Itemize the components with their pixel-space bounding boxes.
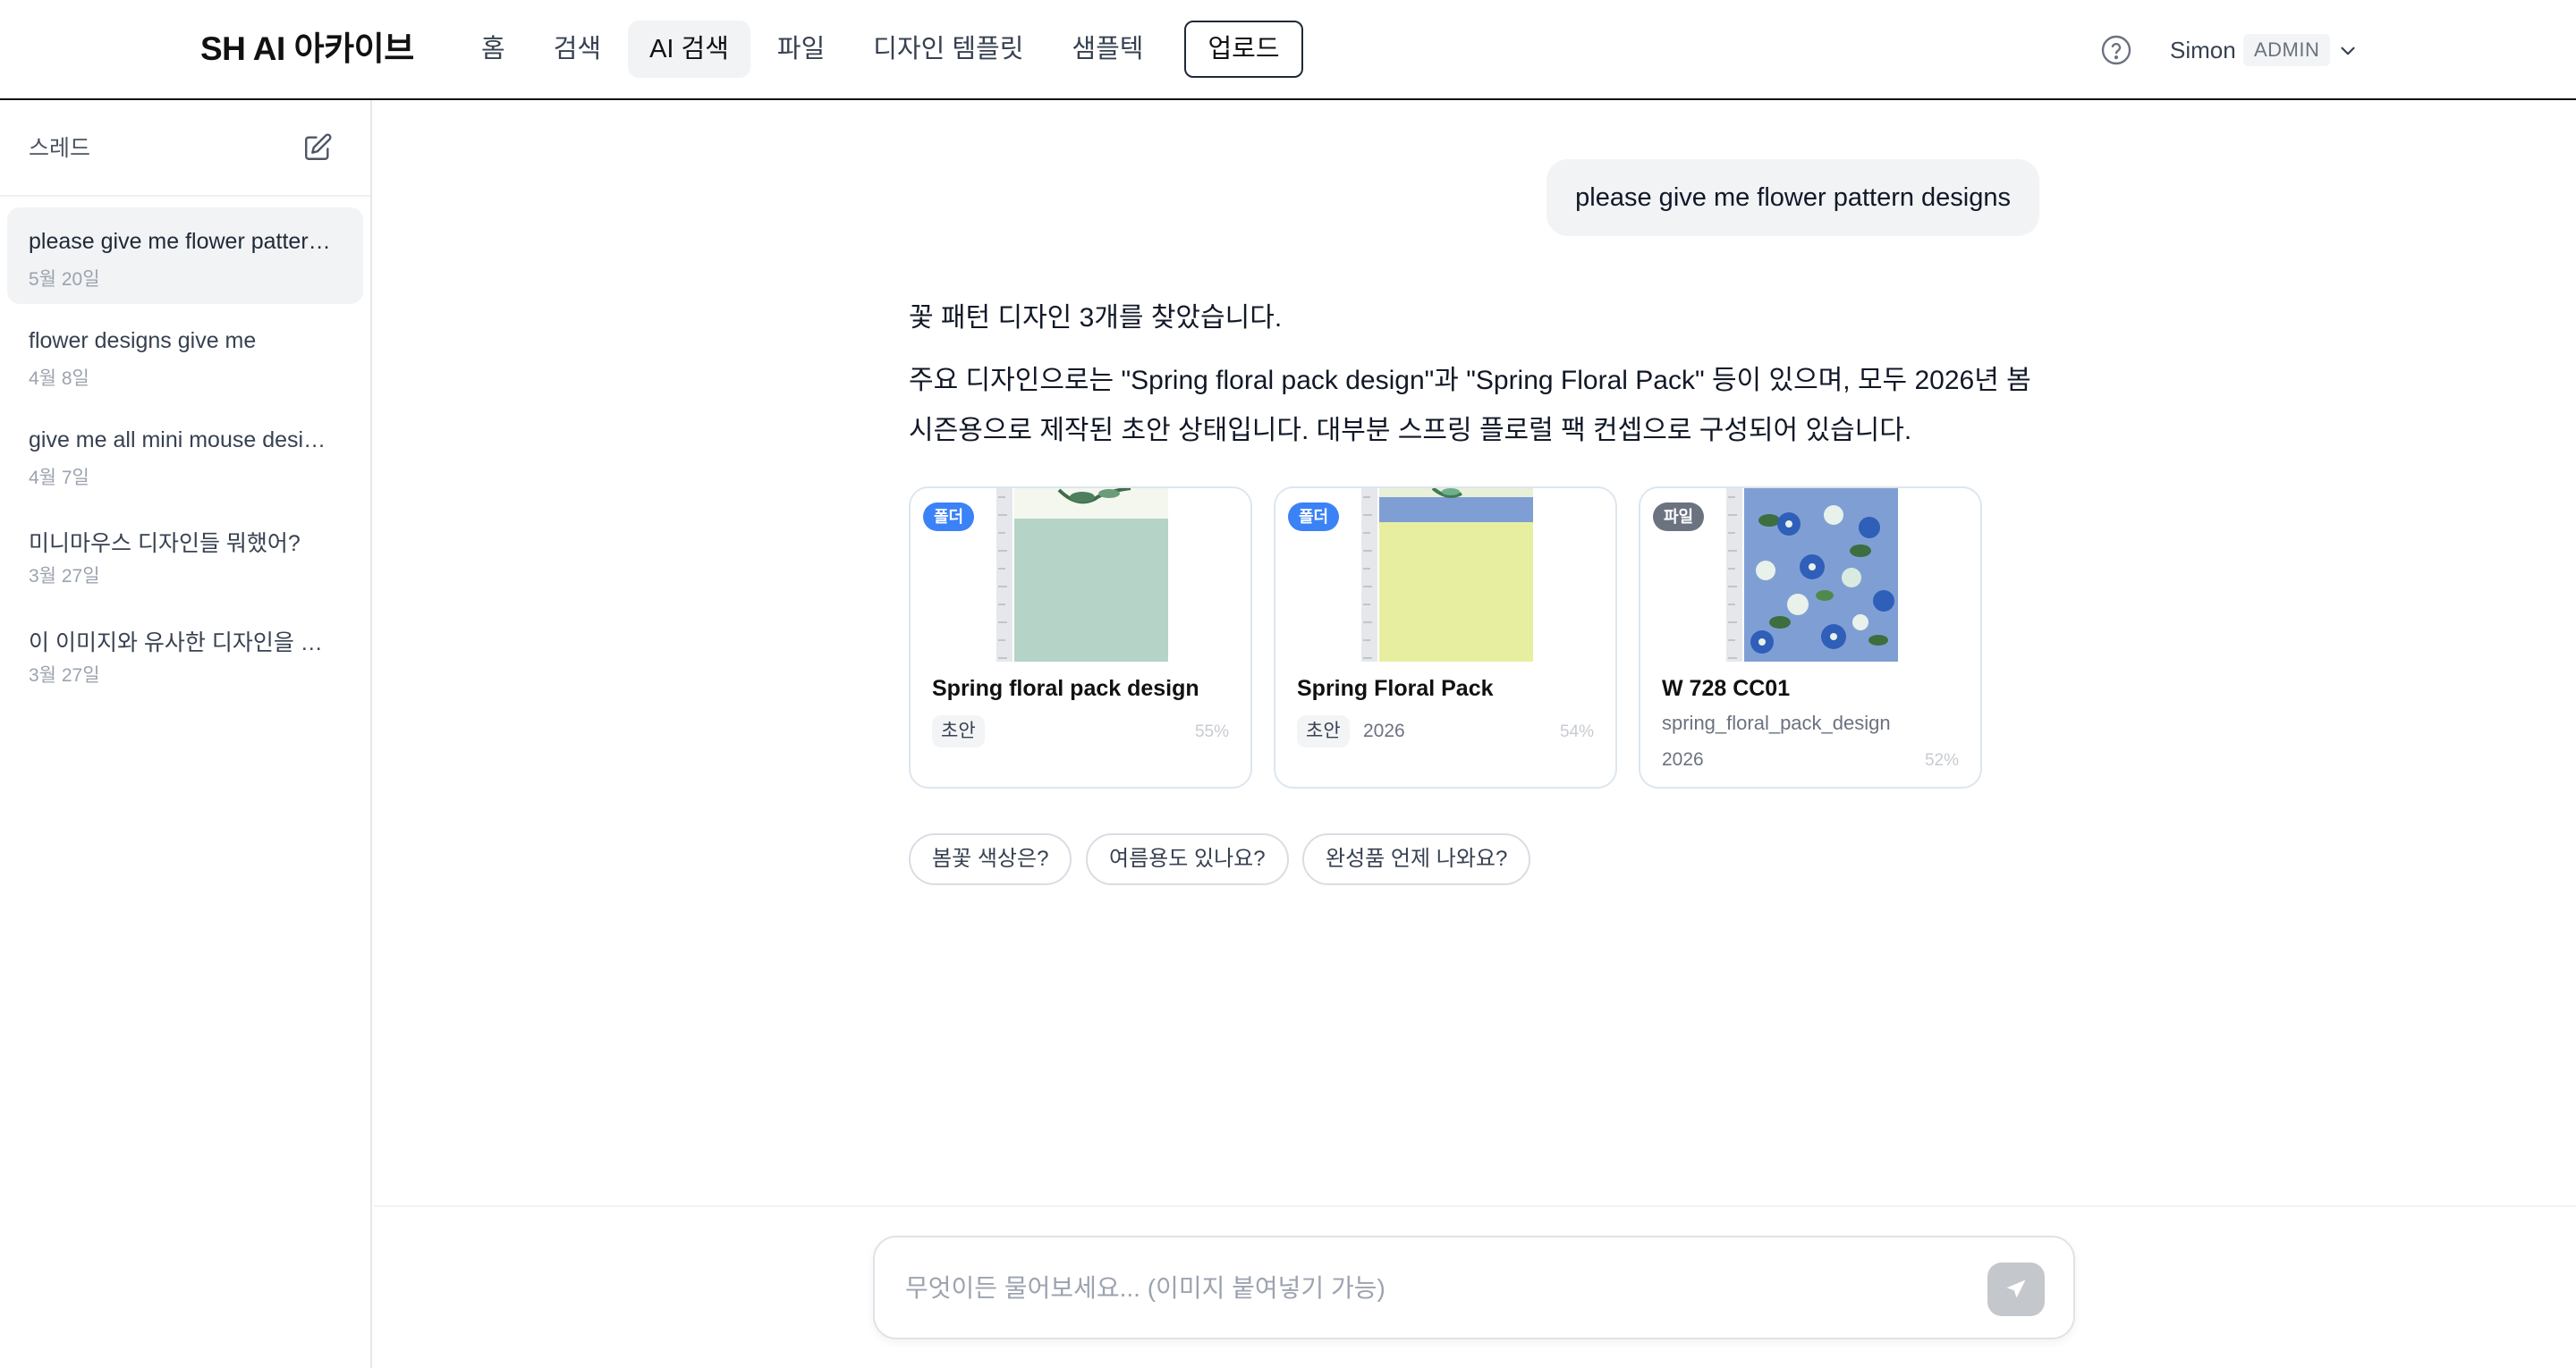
card-subtitle: spring_floral_pack_design <box>1662 712 1891 734</box>
thread-item[interactable]: 미니마우스 디자인들 뭐했어? 3월 27일 <box>7 504 363 601</box>
thread-title: flower designs give me <box>29 328 257 353</box>
nav-sampletech[interactable]: 샘플텍 <box>1050 21 1165 78</box>
nav-design-templates[interactable]: 디자인 템플릿 <box>852 21 1045 78</box>
card-title: W 728 CC01 <box>1662 676 1791 701</box>
chat-input[interactable] <box>903 1262 1950 1314</box>
file-badge: 파일 <box>1653 502 1705 531</box>
suggestion-chip[interactable]: 봄꽃 색상은? <box>909 833 1072 885</box>
pattern-thumbnail <box>996 488 1168 662</box>
thread-item[interactable]: give me all mini mouse designs 4월 7일 <box>7 406 363 502</box>
assistant-detail: 주요 디자인으로는 "Spring floral pack design"과 "… <box>909 366 2031 445</box>
thread-title: give me all mini mouse designs <box>29 427 333 452</box>
card-title: Spring Floral Pack <box>1297 676 1494 701</box>
send-icon <box>2006 1279 2026 1298</box>
thread-date: 3월 27일 <box>29 566 100 587</box>
pattern-thumbnail <box>1361 488 1533 662</box>
match-score: 54% <box>1559 722 1594 741</box>
suggestion-chip[interactable]: 완성품 언제 나와요? <box>1302 833 1531 885</box>
thread-date: 4월 8일 <box>29 368 89 389</box>
pattern-thumbnail <box>1726 488 1898 662</box>
folder-badge: 폴더 <box>923 502 975 531</box>
result-card[interactable]: 폴더 Spring Floral Pack 초안 2026 54% <box>1274 486 1617 789</box>
thread-title: 미니마우스 디자인들 뭐했어? <box>29 531 301 556</box>
sidebar-title: 스레드 <box>29 136 91 161</box>
thread-title: 이 이미지와 유사한 디자인을 찾아줘 <box>29 630 333 655</box>
card-year: 2026 <box>1363 721 1405 741</box>
thread-date: 3월 27일 <box>29 665 100 686</box>
match-score: 52% <box>1924 751 1959 770</box>
nav-files[interactable]: 파일 <box>756 21 846 78</box>
user-name[interactable]: Simon <box>2170 34 2236 66</box>
thread-item[interactable]: 이 이미지와 유사한 디자인을 찾아줘 3월 27일 <box>7 604 363 700</box>
upload-button[interactable]: 업로드 <box>1184 21 1303 78</box>
user-message: please give me flower pattern designs <box>1546 159 2039 236</box>
suggestion-chip[interactable]: 여름용도 있나요? <box>1086 833 1289 885</box>
nav-search[interactable]: 검색 <box>532 21 623 78</box>
help-circle-icon[interactable] <box>2100 34 2132 66</box>
top-header: SH AI 아카이브 홈 검색 AI 검색 파일 디자인 템플릿 샘플텍 업로드… <box>0 0 2576 100</box>
app-logo[interactable]: SH AI 아카이브 <box>200 25 414 73</box>
result-card[interactable]: 폴더 Spring floral pack design 초안 55% <box>909 486 1252 789</box>
thread-item[interactable]: please give me flower pattern designs 5월… <box>7 207 363 304</box>
thread-sidebar: 스레드 please give me flower pattern design… <box>0 100 372 1368</box>
main-nav: 홈 검색 AI 검색 파일 디자인 템플릿 샘플텍 업로드 <box>460 20 1303 79</box>
folder-badge: 폴더 <box>1288 502 1340 531</box>
card-year: 2026 <box>1662 749 1704 770</box>
chat-composer <box>873 1236 2075 1339</box>
status-tag: 초안 <box>932 715 985 747</box>
match-score: 55% <box>1194 722 1229 741</box>
nav-ai-search[interactable]: AI 검색 <box>628 21 750 78</box>
chevron-down-icon[interactable] <box>2336 39 2360 63</box>
thread-title: please give me flower pattern designs <box>29 229 333 254</box>
send-button[interactable] <box>1987 1262 2045 1316</box>
composer-divider <box>374 1205 2576 1207</box>
thread-date: 5월 20일 <box>29 269 100 290</box>
result-card[interactable]: 파일 W 728 CC01 spring_floral_pack_design … <box>1639 486 1982 789</box>
nav-home[interactable]: 홈 <box>460 21 527 78</box>
status-tag: 초안 <box>1297 715 1350 747</box>
role-badge: ADMIN <box>2243 34 2331 66</box>
thread-item[interactable]: flower designs give me 4월 8일 <box>7 307 363 403</box>
assistant-summary: 꽃 패턴 디자인 3개를 찾았습니다. <box>909 303 1283 333</box>
new-thread-icon[interactable] <box>302 132 333 163</box>
thread-date: 4월 7일 <box>29 468 89 488</box>
sidebar-header: 스레드 <box>0 100 370 197</box>
card-title: Spring floral pack design <box>932 676 1199 701</box>
